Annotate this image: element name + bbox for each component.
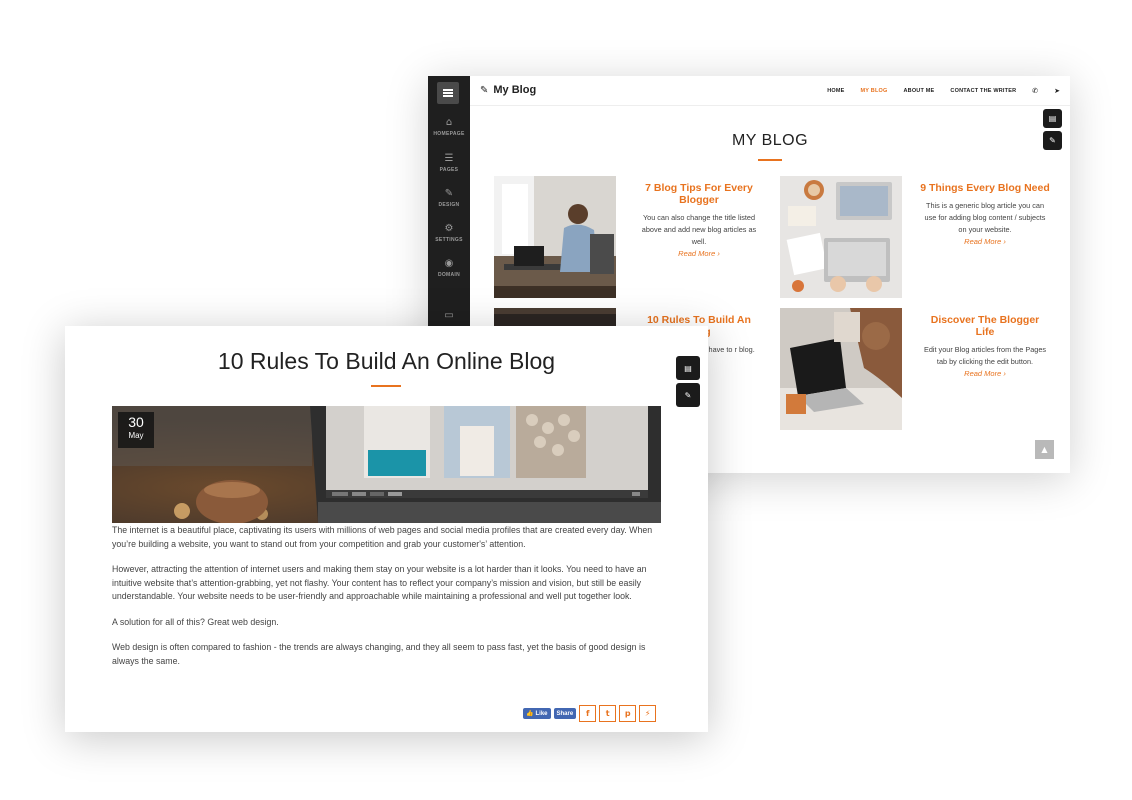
pencil-icon: ✎ <box>480 84 489 96</box>
card-title[interactable]: Discover The Blogger Life <box>920 314 1050 338</box>
brush-icon: ✎ <box>444 188 454 199</box>
rss-icon[interactable]: ⚡ <box>639 705 657 722</box>
document-icon: ▤ <box>1048 114 1057 123</box>
laptop-woman-photo <box>780 308 902 430</box>
front-edit-tools: ▤ ✎ <box>676 356 700 407</box>
home-icon: ⌂ <box>445 117 453 128</box>
location-arrow-icon[interactable]: ➤ <box>1054 87 1060 95</box>
post-body: The internet is a beautiful place, capti… <box>112 524 664 680</box>
page-settings-button[interactable]: ▤ <box>676 356 700 380</box>
sidebar-item-settings[interactable]: ⚙ SETTINGS <box>428 223 470 244</box>
menu-toggle-button[interactable] <box>437 82 459 104</box>
post-title: 10 Rules To Build An Online Blog <box>217 348 556 374</box>
document-icon: ▤ <box>684 363 692 373</box>
sidebar-item-label: DESIGN <box>438 202 460 208</box>
post-paragraph: However, attracting the attention of int… <box>112 564 647 601</box>
office-photo <box>494 176 616 298</box>
twitter-icon[interactable]: t <box>599 705 617 722</box>
share-bar: 👍 Like Share f t p ⚡ <box>523 705 657 722</box>
sidebar-item-pages[interactable]: ☰ PAGES <box>428 153 470 174</box>
laptop-photo <box>112 406 661 523</box>
post-date-day: 30 <box>128 414 144 430</box>
blog-card: 9 Things Every Blog Need This is a gener… <box>920 182 1050 246</box>
pages-icon: ☰ <box>444 153 454 164</box>
post-paragraph: A solution for all of this? Great web de… <box>112 616 279 627</box>
facebook-share-button[interactable]: Share <box>553 708 577 719</box>
blog-heading: MY BLOG <box>731 132 809 149</box>
scroll-to-top-button[interactable]: ▲ <box>1035 440 1054 459</box>
thumbs-up-icon: 👍 <box>526 711 534 717</box>
post-paragraph: Web design is often compared to fashion … <box>112 642 646 666</box>
post-date-month: May <box>128 431 144 440</box>
pinterest-icon[interactable]: p <box>619 705 637 722</box>
sidebar-item-preview[interactable]: ▭ <box>428 311 470 324</box>
card-title[interactable]: 7 Blog Tips For Every Blogger <box>634 182 764 206</box>
sidebar-item-design[interactable]: ✎ DESIGN <box>428 188 470 209</box>
post-date-badge: 30 May <box>118 412 154 448</box>
blog-card: Discover The Blogger Life Edit your Blog… <box>920 314 1050 378</box>
facebook-icon[interactable]: f <box>579 705 597 722</box>
blog-card-image[interactable] <box>780 308 902 430</box>
sidebar-item-label: HOMEPAGE <box>433 131 465 137</box>
blog-card-image[interactable] <box>494 176 616 298</box>
blog-card: 7 Blog Tips For Every Blogger You can al… <box>634 182 764 258</box>
card-title[interactable]: 9 Things Every Blog Need <box>920 182 1050 194</box>
nav-my-blog[interactable]: MY BLOG <box>861 88 888 94</box>
like-label: Like <box>535 710 548 717</box>
main-nav: HOME MY BLOG ABOUT ME CONTACT THE WRITER… <box>827 87 1060 95</box>
facebook-like-button[interactable]: 👍 Like <box>523 708 551 719</box>
card-desc: Edit your Blog articles from the Pages t… <box>923 345 1047 366</box>
post-hero-image: 30 May <box>112 406 661 523</box>
card-desc: You can also change the title listed abo… <box>641 213 757 246</box>
read-more-link[interactable]: Read More › <box>920 369 1050 378</box>
phone-icon[interactable]: ✆ <box>1032 87 1038 95</box>
brand-name: My Blog <box>493 84 537 96</box>
blog-card-image[interactable] <box>780 176 902 298</box>
post-paragraph: The internet is a beautiful place, capti… <box>112 525 653 549</box>
sidebar-item-label: DOMAIN <box>437 272 461 278</box>
sidebar-item-homepage[interactable]: ⌂ HOMEPAGE <box>428 117 470 138</box>
read-more-link[interactable]: Read More › <box>920 237 1050 246</box>
monitor-icon: ▭ <box>444 310 454 321</box>
gear-icon: ⚙ <box>444 223 454 234</box>
blog-post-window: 10 Rules To Build An Online Blog ▤ ✎ 30 … <box>65 326 708 732</box>
read-more-link[interactable]: Read More › <box>634 249 764 258</box>
title-underline <box>371 385 401 387</box>
stage: ⌂ HOMEPAGE ☰ PAGES ✎ DESIGN ⚙ SETTINGS ◉… <box>0 0 1132 800</box>
page-settings-button[interactable]: ▤ <box>1043 109 1062 128</box>
nav-contact[interactable]: CONTACT THE WRITER <box>950 88 1016 94</box>
site-brand[interactable]: ✎ My Blog <box>480 84 536 96</box>
nav-about-me[interactable]: ABOUT ME <box>903 88 934 94</box>
site-header: ✎ My Blog HOME MY BLOG ABOUT ME CONTACT … <box>470 76 1070 106</box>
chevron-up-icon: ▲ <box>1041 445 1048 454</box>
sidebar-item-domain[interactable]: ◉ DOMAIN <box>428 258 470 279</box>
sidebar-item-label: PAGES <box>439 167 459 173</box>
card-desc: This is a generic blog article you can u… <box>924 201 1046 234</box>
globe-icon: ◉ <box>444 258 454 269</box>
design-edit-button[interactable]: ✎ <box>676 383 700 407</box>
nav-home[interactable]: HOME <box>827 88 844 94</box>
sidebar-item-label: SETTINGS <box>435 237 463 243</box>
hamburger-icon <box>443 89 453 97</box>
heading-underline <box>758 159 782 161</box>
desk-photo <box>780 176 902 298</box>
share-label: Share <box>556 710 574 717</box>
brush-icon: ✎ <box>684 390 692 400</box>
